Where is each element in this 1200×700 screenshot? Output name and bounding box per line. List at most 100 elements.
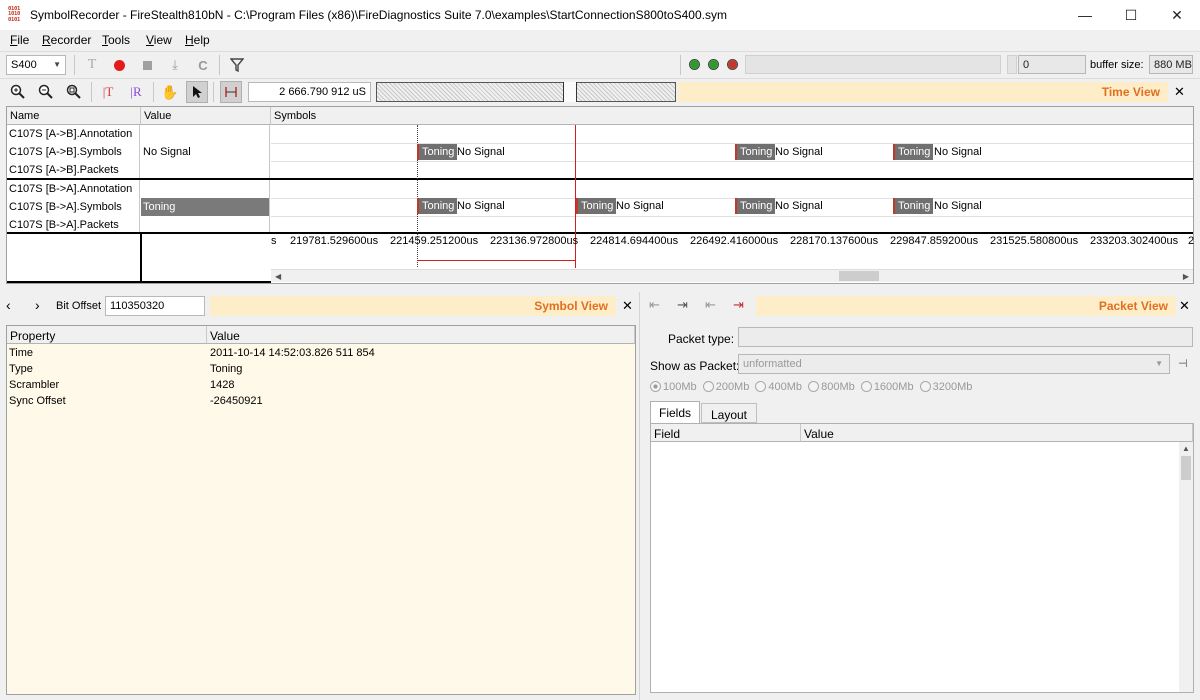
symbol-toning-ba-2[interactable]: Toning	[576, 198, 617, 214]
continue-icon[interactable]: C	[192, 54, 214, 76]
menu-help[interactable]: Help	[185, 33, 210, 47]
symbol-toning-ab-1[interactable]: Toning	[417, 144, 458, 160]
zoom-in-button[interactable]	[7, 81, 29, 103]
select-pointer-button[interactable]	[186, 81, 208, 103]
column-header-property[interactable]: Property	[7, 326, 207, 344]
packet-first-icon[interactable]: ⇤	[649, 297, 660, 313]
symbol-label-ba-3[interactable]: No Signal	[775, 198, 823, 214]
packet-prev-icon[interactable]: ⇤	[705, 297, 716, 313]
packet-next-icon[interactable]: ⇥	[677, 297, 688, 313]
column-header-field[interactable]: Field	[651, 424, 801, 442]
column-header-symbols[interactable]: Symbols	[271, 107, 1193, 125]
step-down-icon[interactable]: ⤓	[164, 54, 186, 76]
zoom-out-button[interactable]	[35, 81, 57, 103]
timeline-overview[interactable]	[376, 82, 676, 102]
time-position-field[interactable]: 2 666.790 912 uS	[248, 82, 371, 102]
row-label[interactable]: C107S [A->B].Symbols	[7, 143, 140, 161]
symbol-toning-ba-4[interactable]: Toning	[893, 198, 934, 214]
horizontal-scrollbar[interactable]: ◀ ▶	[271, 269, 1193, 282]
toolbar-separator	[91, 82, 92, 102]
symbol-label-ab-3[interactable]: No Signal	[934, 144, 982, 160]
measure-button[interactable]	[220, 81, 242, 103]
column-header-value[interactable]: Value	[801, 424, 1193, 442]
app-window: 0101 1010 0101 SymbolRecorder - FireStealt…	[0, 0, 1200, 700]
column-header-value[interactable]: Value	[141, 107, 271, 125]
previous-symbol-button[interactable]: ‹	[6, 297, 11, 313]
menu-tools[interactable]: Tools	[102, 33, 130, 47]
column-header-name[interactable]: Name	[7, 107, 141, 125]
scroll-up-icon[interactable]: ▲	[1182, 444, 1190, 453]
column-header-value[interactable]: Value	[207, 326, 635, 344]
menu-view[interactable]: View	[146, 33, 172, 47]
symbol-label-ba-1[interactable]: No Signal	[457, 198, 505, 214]
timeline-viewport-handle[interactable]	[563, 82, 577, 102]
hand-pan-icon[interactable]: ✋	[159, 81, 181, 103]
record-icon	[113, 59, 125, 71]
stop-icon	[142, 60, 152, 70]
close-time-view-icon[interactable]: ✕	[1174, 84, 1185, 100]
menu-recorder[interactable]: Recorder	[42, 33, 91, 47]
scroll-thumb[interactable]	[1181, 456, 1191, 480]
bit-offset-input[interactable]: 110350320	[105, 296, 205, 316]
stop-button[interactable]	[136, 54, 158, 76]
show-as-packet-label: Show as Packet:	[650, 359, 740, 373]
scroll-right-icon[interactable]: ▶	[1183, 272, 1189, 281]
speed-select[interactable]: S400 ▼	[6, 55, 66, 75]
close-packet-view-icon[interactable]: ✕	[1179, 298, 1190, 314]
property-row[interactable]: Time 2011-10-14 14:52:03.826 511 854	[7, 347, 635, 363]
symbol-toning-ba-3[interactable]: Toning	[735, 198, 776, 214]
close-symbol-view-icon[interactable]: ✕	[622, 298, 633, 314]
row-label[interactable]: C107S [B->A].Annotation	[7, 180, 140, 198]
zoom-fit-button[interactable]	[63, 81, 85, 103]
property-row[interactable]: Scrambler 1428	[7, 379, 635, 395]
panel-splitter[interactable]	[639, 292, 640, 700]
filter-button[interactable]	[226, 54, 248, 76]
next-symbol-button[interactable]: ›	[35, 297, 40, 313]
radio-800mb[interactable]: 800Mb	[808, 381, 855, 393]
row-label[interactable]: C107S [A->B].Packets	[7, 161, 140, 179]
symbol-label-ba-2[interactable]: No Signal	[616, 198, 664, 214]
symbol-toning-ab-2[interactable]: Toning	[735, 144, 776, 160]
row-label[interactable]: C107S [A->B].Annotation	[7, 125, 140, 143]
symbol-toning-ab-3[interactable]: Toning	[893, 144, 934, 160]
radio-400mb[interactable]: 400Mb	[755, 381, 802, 393]
symbol-label-ba-4[interactable]: No Signal	[934, 198, 982, 214]
zoom-fit-icon	[66, 84, 81, 99]
radio-100mb[interactable]: 100Mb	[650, 381, 697, 393]
pin-icon[interactable]: ⊣	[1178, 357, 1188, 370]
symbol-toning-ba-1[interactable]: Toning	[417, 198, 458, 214]
row-value: No Signal	[141, 143, 270, 161]
row-label[interactable]: C107S [B->A].Symbols	[7, 198, 140, 216]
minimize-button[interactable]: —	[1062, 0, 1108, 30]
record-button[interactable]	[108, 54, 130, 76]
scroll-thumb[interactable]	[839, 271, 879, 281]
trigger-icon[interactable]: T	[81, 54, 103, 76]
show-as-packet-select[interactable]: unformatted ▼	[738, 354, 1170, 374]
radio-1600mb[interactable]: 1600Mb	[860, 381, 914, 393]
maximize-button[interactable]: ☐	[1108, 0, 1154, 30]
time-toolbar: |T |R ✋ 2 666.790 912 uS Time View ✕	[0, 78, 1200, 105]
tab-fields[interactable]: Fields	[650, 401, 700, 423]
radio-3200mb[interactable]: 3200Mb	[919, 381, 972, 393]
filter-icon	[230, 58, 244, 72]
menu-file[interactable]: File	[10, 33, 29, 47]
symbol-label-ab-1[interactable]: No Signal	[457, 144, 505, 160]
reference-marker-icon[interactable]: |R	[125, 81, 147, 103]
property-row[interactable]: Type Toning	[7, 363, 635, 379]
packet-type-label: Packet type:	[668, 332, 735, 346]
packet-last-icon[interactable]: ⇥	[733, 297, 744, 313]
property-name: Sync Offset	[9, 395, 66, 407]
close-window-button[interactable]: ✕	[1154, 0, 1200, 30]
symbol-view-title: Symbol View	[210, 296, 616, 316]
trigger-marker-icon[interactable]: |T	[97, 81, 119, 103]
row-value	[141, 180, 270, 198]
tab-layout[interactable]: Layout	[701, 403, 757, 423]
property-row[interactable]: Sync Offset -26450921	[7, 395, 635, 411]
symbol-label-ab-2[interactable]: No Signal	[775, 144, 823, 160]
time-tick: 233203.302400us	[1090, 235, 1179, 247]
radio-200mb[interactable]: 200Mb	[702, 381, 749, 393]
fields-table: Field Value ▲	[650, 423, 1194, 693]
scroll-left-icon[interactable]: ◀	[275, 272, 281, 281]
buffer-size-label: buffer size:	[1090, 59, 1144, 71]
vertical-scrollbar[interactable]: ▲	[1179, 442, 1193, 692]
